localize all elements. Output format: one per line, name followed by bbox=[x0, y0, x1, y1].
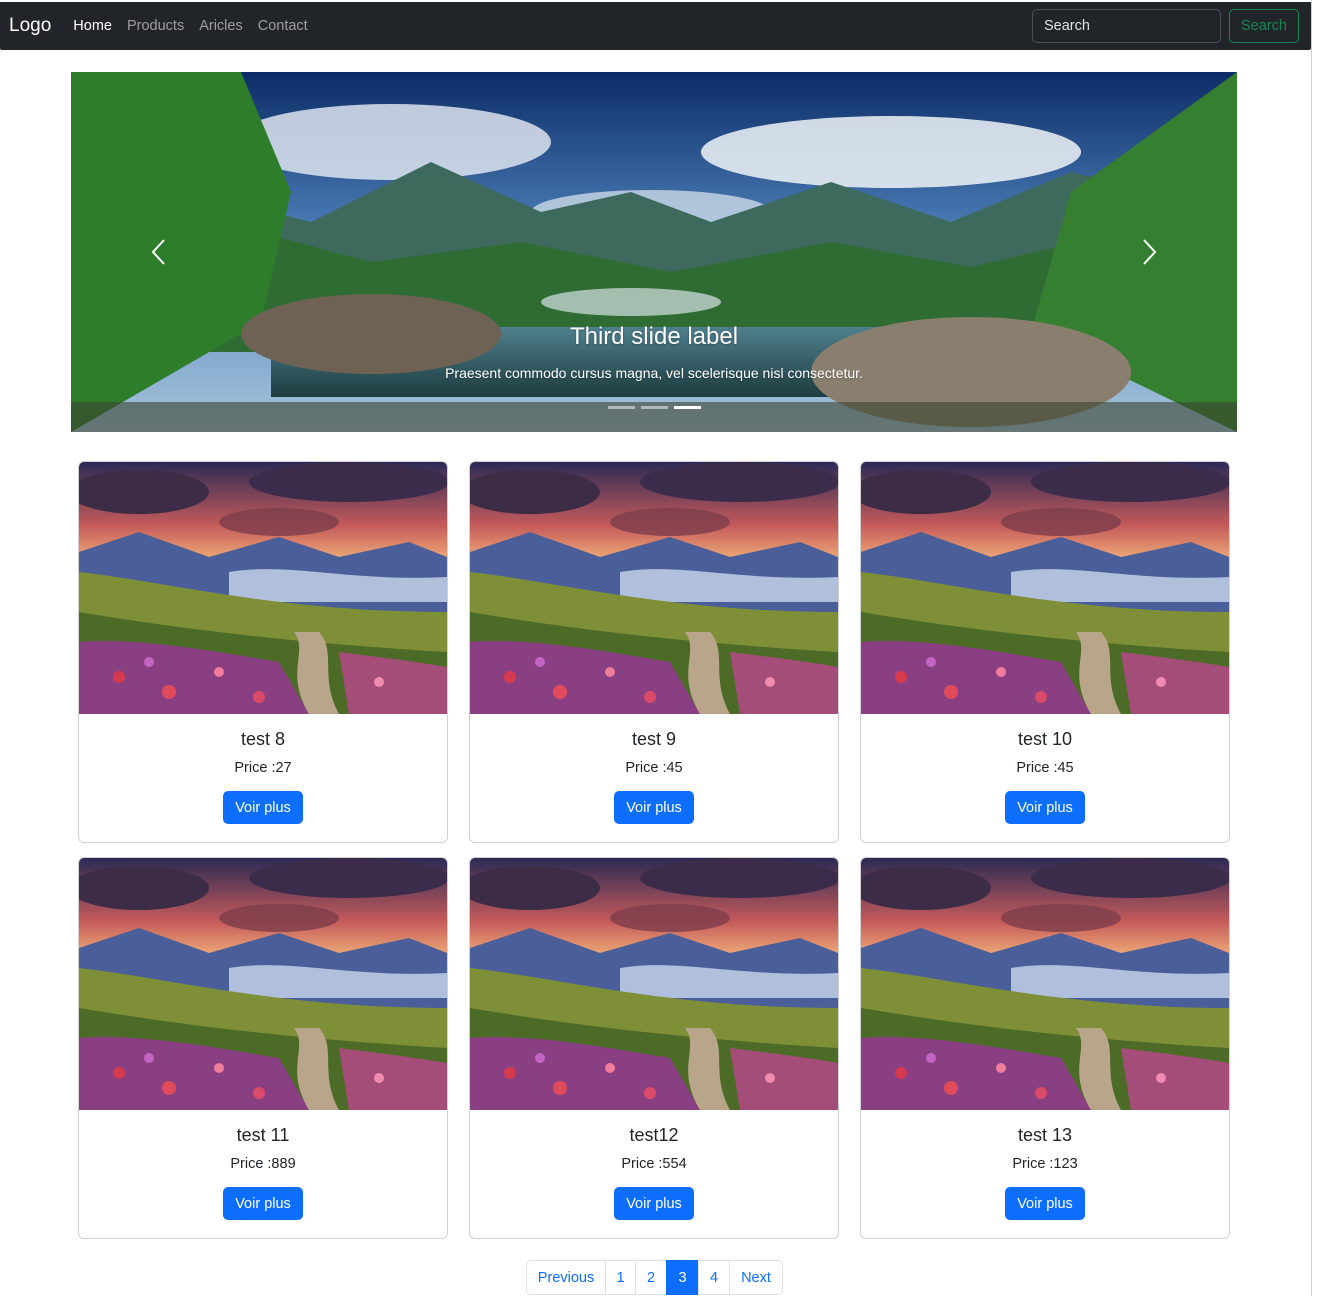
carousel-indicators bbox=[71, 406, 1237, 409]
product-image bbox=[79, 462, 447, 714]
carousel-caption-text: Praesent commodo cursus magna, vel scele… bbox=[445, 365, 863, 381]
product-price: Price :45 bbox=[625, 760, 683, 776]
search-button[interactable]: Search bbox=[1229, 9, 1299, 43]
product-title: test 11 bbox=[236, 1125, 290, 1145]
product-title: test 8 bbox=[240, 729, 286, 749]
product-card: test 10 Price :45 Voir plus bbox=[860, 461, 1230, 843]
pagination-page-2[interactable]: 2 bbox=[635, 1260, 667, 1295]
voir-plus-button[interactable]: Voir plus bbox=[614, 1187, 694, 1220]
voir-plus-button[interactable]: Voir plus bbox=[614, 791, 694, 824]
carousel-indicator-2[interactable] bbox=[640, 406, 668, 409]
product-card: test 11 Price :889 Voir plus bbox=[78, 857, 448, 1239]
chevron-right-icon bbox=[1143, 239, 1157, 265]
chevron-left-icon bbox=[151, 239, 165, 265]
product-price: Price :27 bbox=[234, 760, 292, 776]
pagination-next[interactable]: Next bbox=[729, 1260, 783, 1295]
product-price: Price :889 bbox=[230, 1156, 296, 1172]
nav-links: Home Products Aricles Contact bbox=[73, 18, 322, 34]
voir-plus-button[interactable]: Voir plus bbox=[223, 1187, 303, 1220]
product-image bbox=[861, 858, 1229, 1110]
carousel-indicator-3[interactable] bbox=[673, 406, 701, 409]
product-title: test 10 bbox=[1017, 729, 1073, 749]
product-price: Price :123 bbox=[1012, 1156, 1078, 1172]
product-title: test12 bbox=[629, 1125, 679, 1145]
product-image bbox=[861, 462, 1229, 714]
product-card: test12 Price :554 Voir plus bbox=[469, 857, 839, 1239]
product-title: test 13 bbox=[1017, 1125, 1073, 1145]
product-price: Price :45 bbox=[1016, 760, 1074, 776]
nav-link-articles[interactable]: Aricles bbox=[199, 18, 243, 34]
pagination-previous[interactable]: Previous bbox=[526, 1260, 606, 1295]
product-price: Price :554 bbox=[621, 1156, 687, 1172]
pagination-page-3[interactable]: 3 bbox=[666, 1260, 699, 1295]
pagination: Previous 1 2 3 4 Next bbox=[526, 1260, 783, 1295]
product-title: test 9 bbox=[631, 729, 677, 749]
search-input[interactable] bbox=[1032, 9, 1221, 43]
product-card: test 8 Price :27 Voir plus bbox=[78, 461, 448, 843]
nav-link-home[interactable]: Home bbox=[73, 18, 112, 34]
product-image bbox=[79, 858, 447, 1110]
voir-plus-button[interactable]: Voir plus bbox=[1005, 1187, 1085, 1220]
product-image bbox=[470, 858, 838, 1110]
navbar: Logo Home Products Aricles Contact Searc… bbox=[0, 2, 1311, 50]
product-image bbox=[470, 462, 838, 714]
nav-link-products[interactable]: Products bbox=[127, 18, 184, 34]
search-form: Search bbox=[1032, 9, 1299, 43]
product-card: test 9 Price :45 Voir plus bbox=[469, 461, 839, 843]
carousel-indicator-1[interactable] bbox=[607, 406, 635, 409]
carousel-caption-title: Third slide label bbox=[569, 323, 739, 350]
carousel-caption: Third slide label Praesent commodo cursu… bbox=[71, 323, 1237, 381]
voir-plus-button[interactable]: Voir plus bbox=[223, 791, 303, 824]
nav-link-contact[interactable]: Contact bbox=[258, 18, 308, 34]
pagination-page-1[interactable]: 1 bbox=[605, 1260, 636, 1295]
scrollbar-track[interactable] bbox=[1311, 0, 1321, 1296]
hero-carousel: Third slide label Praesent commodo cursu… bbox=[71, 72, 1237, 432]
product-card: test 13 Price :123 Voir plus bbox=[860, 857, 1230, 1239]
brand-logo[interactable]: Logo bbox=[9, 15, 51, 37]
voir-plus-button[interactable]: Voir plus bbox=[1005, 791, 1085, 824]
pagination-page-4[interactable]: 4 bbox=[698, 1260, 730, 1295]
